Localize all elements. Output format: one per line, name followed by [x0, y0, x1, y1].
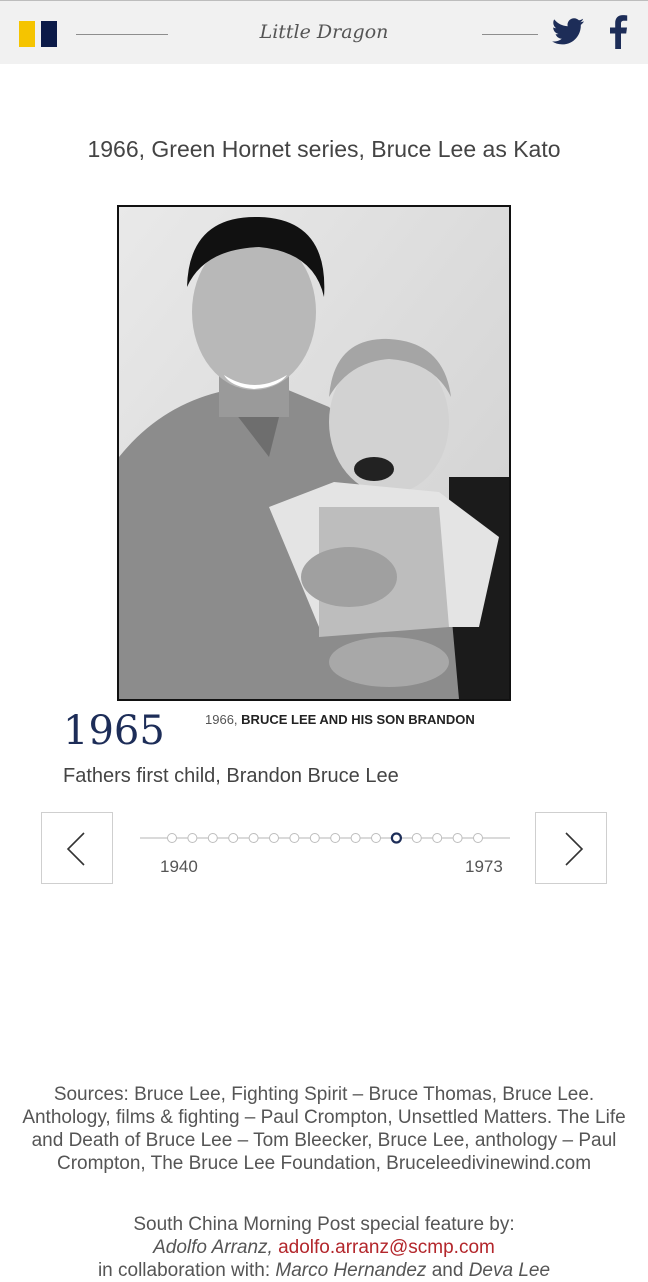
- photo-title: 1966, Green Hornet series, Bruce Lee as …: [87, 136, 561, 162]
- divider-right: [482, 34, 538, 35]
- timeline-dot-active[interactable]: [390, 832, 402, 844]
- photo-caption-text: BRUCE LEE AND HIS SON BRANDON: [241, 712, 475, 727]
- credits: South China Morning Post special feature…: [0, 1213, 648, 1282]
- timeline-dot[interactable]: [432, 833, 443, 843]
- previous-button[interactable]: [41, 812, 113, 884]
- credit-prefix: South China Morning Post special feature…: [133, 1214, 515, 1235]
- timeline-dot[interactable]: [411, 833, 422, 843]
- photo-caption-year: 1966,: [205, 712, 238, 727]
- timeline-dot[interactable]: [269, 833, 279, 843]
- timeline-dot[interactable]: [473, 833, 483, 843]
- timeline-dot[interactable]: [350, 833, 361, 843]
- chevron-right-icon: [565, 832, 584, 866]
- author-line: Adolfo Arranz, adolfo.arranz@scmp.com: [0, 1236, 648, 1259]
- photo-illustration: [119, 207, 509, 699]
- collab-and: and: [431, 1260, 464, 1281]
- photo-caption: 1966, BRUCE LEE AND HIS SON BRANDON: [205, 712, 475, 727]
- event-year: 1965: [63, 708, 165, 754]
- sources-text: Sources: Bruce Lee, Fighting Spirit – Br…: [22, 1084, 626, 1174]
- collaborators-line: in collaboration with: Marco Hernandez a…: [0, 1259, 648, 1282]
- timeline-dot[interactable]: [289, 833, 300, 843]
- timeline-dot[interactable]: [187, 833, 198, 843]
- event-description: Fathers first child, Brandon Bruce Lee: [63, 765, 399, 787]
- collaborator-2: Deva Lee: [468, 1260, 551, 1281]
- timeline-dot[interactable]: [452, 833, 463, 843]
- timeline-dot[interactable]: [207, 833, 218, 843]
- timeline-dot[interactable]: [228, 833, 239, 843]
- feature-title: Little Dragon: [259, 21, 389, 43]
- collab-prefix: in collaboration with:: [97, 1260, 271, 1281]
- collaborator-1: Marco Hernandez: [275, 1260, 427, 1281]
- next-button[interactable]: [535, 812, 607, 884]
- timeline-track[interactable]: [140, 828, 510, 848]
- twitter-icon[interactable]: [552, 18, 584, 46]
- facebook-icon[interactable]: [608, 15, 628, 49]
- timeline-start-year: 1940: [160, 857, 198, 876]
- photo-bruce-lee-and-son: [117, 205, 511, 701]
- timeline-dot[interactable]: [330, 833, 341, 843]
- timeline-end-year: 1973: [465, 857, 503, 876]
- timeline-dot[interactable]: [309, 833, 320, 843]
- timeline-dot[interactable]: [371, 833, 381, 843]
- author-name: Adolfo Arranz,: [153, 1237, 273, 1258]
- chevron-left-icon: [66, 832, 85, 866]
- timeline-dot[interactable]: [248, 833, 259, 843]
- timeline-dot[interactable]: [167, 833, 177, 843]
- author-email-link[interactable]: adolfo.arranz@scmp.com: [278, 1237, 495, 1258]
- top-bar: Little Dragon: [0, 0, 648, 64]
